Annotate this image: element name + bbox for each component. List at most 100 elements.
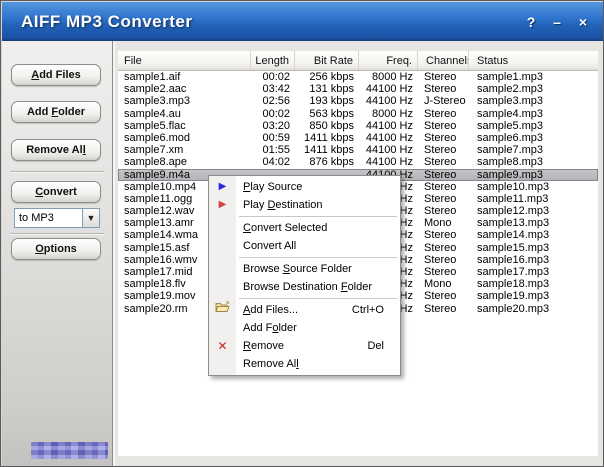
menu-item-label: Remove — [243, 340, 284, 352]
menu-item-play-source[interactable]: ▶ Play Source — [209, 178, 400, 196]
remove-all-button[interactable]: Remove All — [11, 139, 101, 161]
cell-length: 00:59 — [262, 131, 290, 144]
close-button[interactable]: × — [575, 14, 591, 30]
cell-channels: Stereo — [424, 192, 457, 205]
help-button[interactable]: ? — [523, 14, 539, 30]
cell-length: 04:02 — [262, 156, 290, 169]
column-header-channels[interactable]: Channels — [418, 51, 469, 70]
cell-status: sample8.mp3 — [477, 156, 544, 169]
cell-channels: Stereo — [424, 241, 457, 254]
cell-status: sample7.mp3 — [477, 144, 544, 157]
cell-freq: 8000 Hz — [372, 71, 413, 83]
cell-freq: 8000 Hz — [372, 107, 413, 120]
cell-status: sample3.mp3 — [477, 95, 544, 108]
cell-bitrate: 131 kbps — [309, 83, 354, 96]
table-row[interactable]: sample7.xm 01:55 1411 kbps 44100 Hz Ster… — [118, 144, 598, 156]
menu-item-label: Remove All — [243, 358, 299, 370]
cell-file: sample8.ape — [124, 156, 187, 169]
cell-channels: Stereo — [424, 119, 457, 132]
cell-file: sample5.flac — [124, 119, 186, 132]
cell-channels: Stereo — [424, 180, 457, 193]
table-row[interactable]: sample6.mod 00:59 1411 kbps 44100 Hz Ste… — [118, 132, 598, 144]
cell-channels: Stereo — [424, 302, 457, 315]
cell-file: sample7.xm — [124, 144, 184, 157]
cell-bitrate: 850 kbps — [309, 119, 354, 132]
menu-separator — [239, 298, 397, 299]
remove-x-icon: ✕ — [217, 339, 228, 353]
cell-length: 03:20 — [262, 119, 290, 132]
menu-item-label: Play Source — [243, 181, 303, 193]
blurred-link[interactable] — [31, 442, 108, 459]
menu-separator — [239, 257, 397, 258]
table-row[interactable]: sample3.mp3 02:56 193 kbps 44100 Hz J-St… — [118, 95, 598, 107]
cell-channels: Mono — [424, 217, 452, 230]
cell-channels: Stereo — [424, 266, 457, 278]
column-header-file[interactable]: File — [118, 51, 251, 70]
cell-status: sample10.mp3 — [477, 180, 550, 193]
cell-file: sample6.mod — [124, 131, 191, 144]
cell-length: 02:56 — [262, 95, 290, 108]
table-row[interactable]: sample4.au 00:02 563 kbps 8000 Hz Stereo… — [118, 108, 598, 120]
cell-status: sample14.mp3 — [477, 229, 550, 242]
convert-format-select[interactable]: to MP3 ▼ — [14, 208, 100, 228]
cell-status: sample13.mp3 — [477, 217, 550, 230]
cell-bitrate: 876 kbps — [309, 156, 354, 169]
sidebar: Add Files Add Folder Remove All Convert … — [2, 41, 112, 466]
cell-channels: Stereo — [424, 290, 457, 303]
cell-status: sample17.mp3 — [477, 266, 550, 278]
titlebar-controls: ? – × — [523, 2, 591, 41]
menu-item-remove-all[interactable]: Remove All — [209, 355, 400, 373]
column-header-freq[interactable]: Freq. — [359, 51, 418, 70]
menu-shortcut: Ctrl+O — [351, 304, 384, 316]
menu-item-add-folder[interactable]: Add Folder — [209, 319, 400, 337]
cell-bitrate: 193 kbps — [309, 95, 354, 108]
menu-item-convert-all[interactable]: Convert All — [209, 237, 400, 255]
menu-item-remove[interactable]: ✕ Remove Del — [209, 337, 400, 355]
table-row[interactable]: sample2.aac 03:42 131 kbps 44100 Hz Ster… — [118, 83, 598, 95]
menu-item-play-destination[interactable]: ▶ Play Destination — [209, 196, 400, 214]
cell-status: sample5.mp3 — [477, 119, 544, 132]
cell-status: sample1.mp3 — [477, 71, 544, 83]
cell-freq: 44100 Hz — [365, 95, 413, 108]
play-destination-icon: ▶ — [218, 199, 227, 210]
table-row[interactable]: sample5.flac 03:20 850 kbps 44100 Hz Ste… — [118, 120, 598, 132]
menu-separator — [239, 216, 397, 217]
cell-channels: Stereo — [424, 107, 457, 120]
menu-item-browse-source-folder[interactable]: Browse Source Folder — [209, 260, 400, 278]
cell-channels: Stereo — [424, 205, 457, 218]
cell-status: sample20.mp3 — [477, 302, 550, 315]
column-header-bitrate[interactable]: Bit Rate — [295, 51, 359, 70]
app-window: AIFF MP3 Converter ? – × Add Files Add F… — [0, 0, 604, 467]
cell-status: sample2.mp3 — [477, 83, 544, 96]
convert-format-value: to MP3 — [19, 212, 54, 224]
cell-status: sample15.mp3 — [477, 241, 550, 254]
cell-length: 03:42 — [262, 83, 290, 96]
table-row[interactable]: sample1.aif 00:02 256 kbps 8000 Hz Stere… — [118, 71, 598, 83]
menu-item-label: Convert Selected — [243, 222, 328, 234]
add-files-button[interactable]: Add Files — [11, 64, 101, 86]
table-row[interactable]: sample8.ape 04:02 876 kbps 44100 Hz Ster… — [118, 156, 598, 168]
menu-shortcut: Del — [367, 340, 384, 352]
cell-file: sample1.aif — [124, 71, 181, 83]
add-folder-button[interactable]: Add Folder — [11, 101, 101, 123]
menu-item-add-files[interactable]: Add Files... Ctrl+O — [209, 301, 400, 319]
cell-channels: Stereo — [424, 131, 457, 144]
cell-bitrate: 563 kbps — [309, 107, 354, 120]
menu-item-browse-destination-folder[interactable]: Browse Destination Folder — [209, 278, 400, 296]
cell-freq: 44100 Hz — [365, 131, 413, 144]
dropdown-arrow-icon[interactable]: ▼ — [82, 209, 99, 227]
menu-item-convert-selected[interactable]: Convert Selected — [209, 219, 400, 237]
cell-channels: Stereo — [424, 156, 457, 169]
minimize-button[interactable]: – — [549, 14, 565, 30]
column-header-status[interactable]: Status — [469, 51, 598, 70]
menu-item-label: Convert All — [243, 240, 297, 252]
menu-item-label: Browse Destination Folder — [243, 281, 373, 293]
menu-item-label: Browse Source Folder — [243, 263, 352, 275]
cell-bitrate: 1411 kbps — [304, 144, 354, 157]
titlebar[interactable]: AIFF MP3 Converter ? – × — [2, 2, 603, 41]
cell-freq: 44100 Hz — [365, 144, 413, 157]
column-header-length[interactable]: Length — [251, 51, 295, 70]
cell-status: sample11.mp3 — [477, 192, 549, 205]
convert-button[interactable]: Convert — [11, 181, 101, 203]
options-button[interactable]: Options — [11, 238, 101, 260]
